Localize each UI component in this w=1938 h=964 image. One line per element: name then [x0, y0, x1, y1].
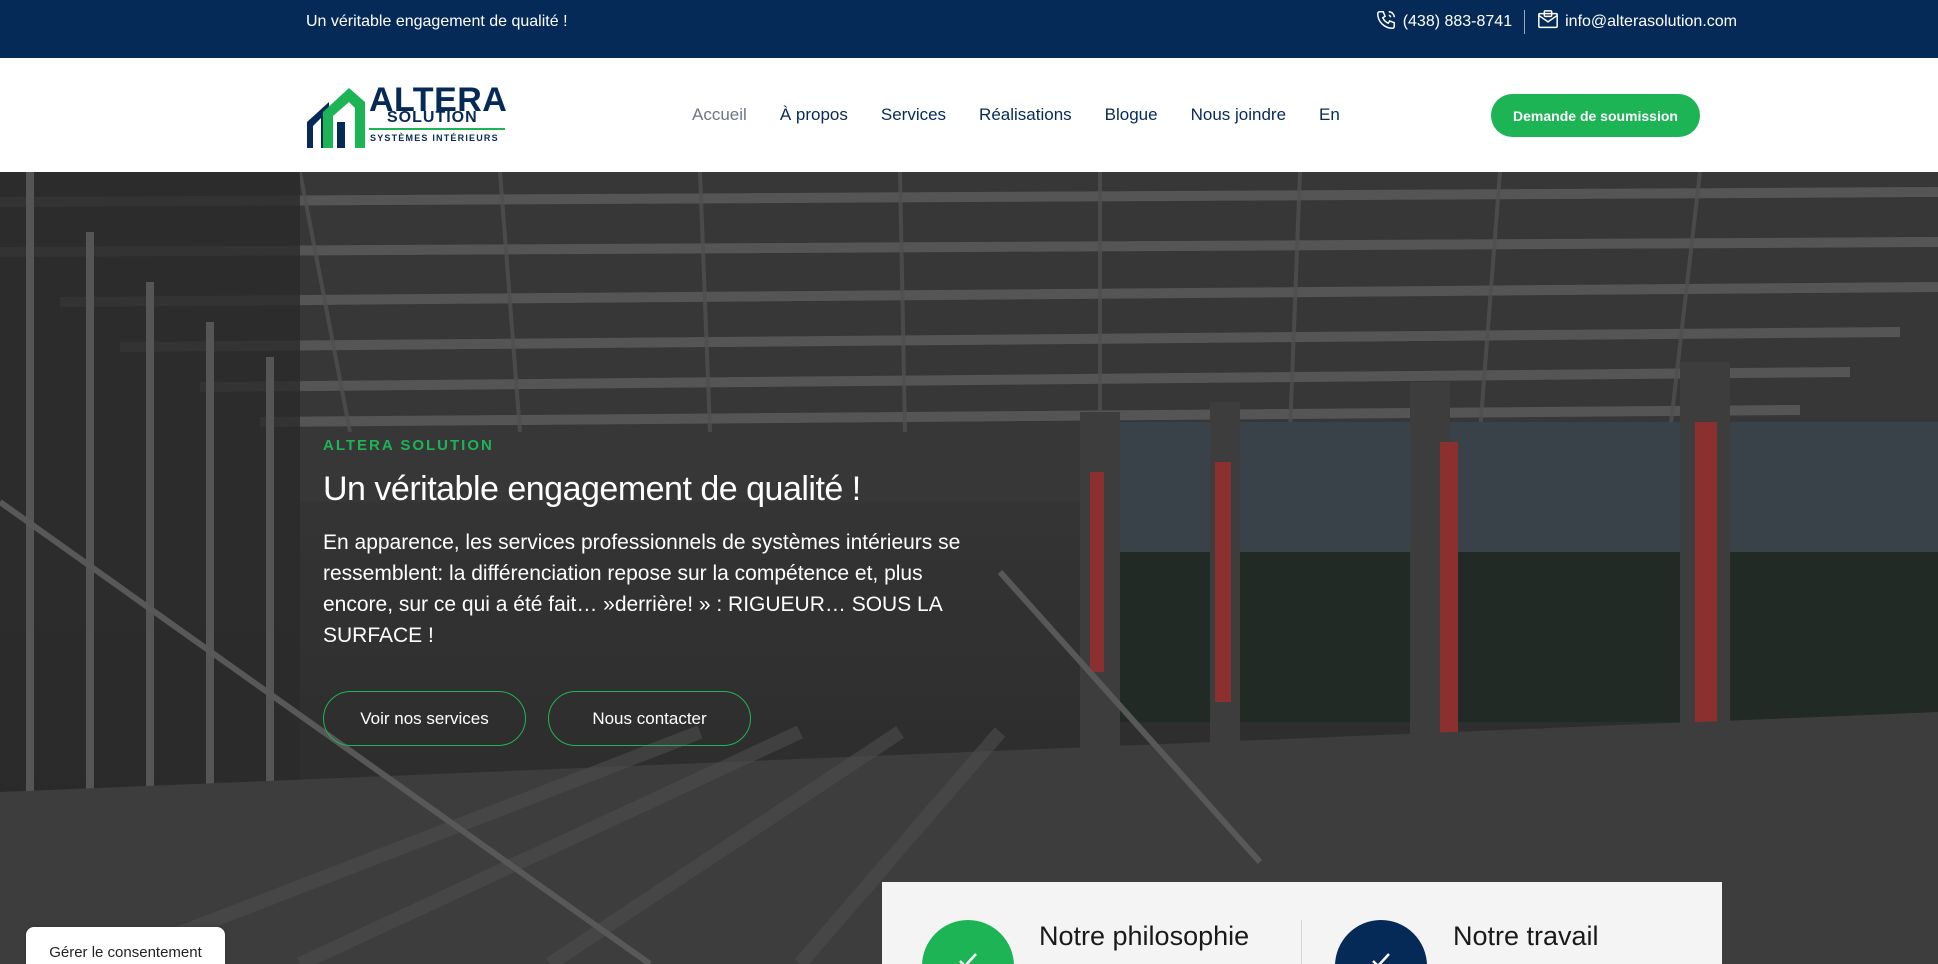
hero-description: En apparence, les services professionnel…: [323, 531, 961, 647]
hero-title: Un véritable engagement de qualité !: [323, 470, 861, 508]
hero-buttons: Voir nos services Nous contacter: [323, 691, 983, 746]
site-header: ALTERA SOLUTION SYSTÈMES INTÉRIEURS Accu…: [0, 58, 1938, 172]
site-logo[interactable]: ALTERA SOLUTION SYSTÈMES INTÉRIEURS: [307, 82, 507, 148]
contact-us-button[interactable]: Nous contacter: [548, 691, 751, 746]
nav-nous-joindre[interactable]: Nous joindre: [1191, 103, 1286, 127]
hero-eyebrow: ALTERA SOLUTION: [323, 437, 494, 454]
consent-manager-tab[interactable]: Gérer le consentement: [26, 927, 225, 964]
phone-number: (438) 883-8741: [1402, 13, 1513, 30]
top-bar: Un véritable engagement de qualité ! (43…: [0, 0, 1938, 58]
phone-icon: [1375, 9, 1397, 36]
top-contact: (438) 883-8741 info@alterasolution.com: [1375, 9, 1737, 36]
logo-sub: SOLUTION: [387, 109, 478, 126]
nav-services[interactable]: Services: [881, 103, 946, 127]
logo-underline: [369, 128, 505, 130]
email-address: info@alterasolution.com: [1565, 13, 1737, 30]
check-icon: [1372, 953, 1390, 964]
contact-divider: [1524, 10, 1526, 34]
email-link[interactable]: info@alterasolution.com: [1537, 9, 1737, 36]
info-card: Notre philosophie Notre travail: [882, 882, 1722, 964]
mail-icon: [1537, 9, 1559, 36]
check-icon: [959, 953, 977, 964]
work-circle: [1335, 920, 1427, 964]
work-title: Notre travail: [1453, 921, 1599, 951]
phone-link[interactable]: (438) 883-8741: [1375, 9, 1512, 36]
quote-request-button[interactable]: Demande de soumission: [1491, 94, 1700, 137]
philosophy-circle: [922, 920, 1014, 964]
philosophy-title: Notre philosophie: [1039, 921, 1250, 951]
nav-realisations[interactable]: Réalisations: [979, 103, 1072, 127]
main-nav: Accueil À propos Services Réalisations B…: [692, 103, 1373, 127]
hero-section: ALTERA SOLUTION Un véritable engagement …: [0, 172, 1938, 964]
nav-a-propos[interactable]: À propos: [780, 103, 848, 127]
consent-label: Gérer le consentement: [49, 944, 202, 961]
nav-blogue[interactable]: Blogue: [1105, 103, 1158, 127]
view-services-button[interactable]: Voir nos services: [323, 691, 526, 746]
top-tagline: Un véritable engagement de qualité !: [306, 13, 568, 30]
logo-tagline: SYSTÈMES INTÉRIEURS: [370, 133, 499, 143]
nav-language-en[interactable]: En: [1319, 103, 1340, 127]
hero-content: ALTERA SOLUTION Un véritable engagement …: [323, 437, 983, 746]
info-divider: [1301, 920, 1302, 964]
nav-accueil[interactable]: Accueil: [692, 103, 747, 127]
